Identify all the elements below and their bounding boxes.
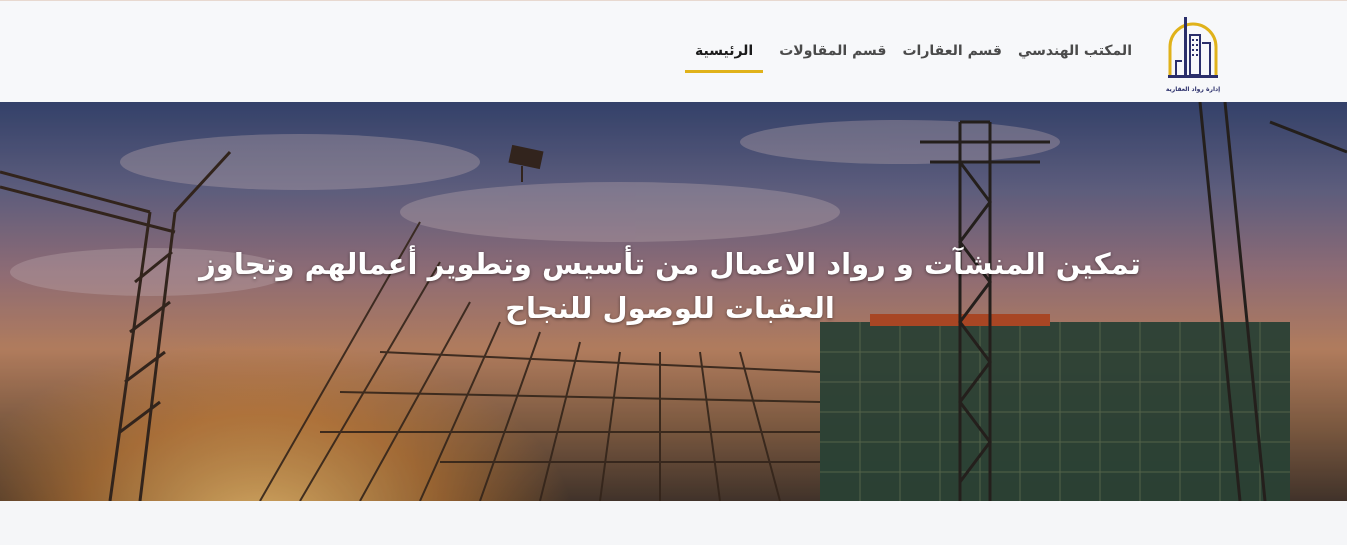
nav-contracting[interactable]: قسم المقاولات — [779, 35, 886, 65]
site-header: إدارة رواد العقارية الرئيسية قسم المقاول… — [0, 0, 1347, 102]
hero-banner: تمكين المنشآت و رواد الاعمال من تأسيس وت… — [0, 102, 1347, 501]
building-logo-icon — [1168, 17, 1218, 78]
logo-caption: إدارة رواد العقارية — [1165, 86, 1221, 93]
nav-engineering-office[interactable]: المكتب الهندسي — [1018, 35, 1132, 65]
hero-headline: تمكين المنشآت و رواد الاعمال من تأسيس وت… — [140, 242, 1200, 330]
hero-headline-line-2: العقبات للوصول للنجاح — [505, 291, 835, 325]
nav-real-estate[interactable]: قسم العقارات — [902, 35, 1001, 65]
main-nav: الرئيسية قسم المقاولات قسم العقارات المك… — [685, 35, 1132, 73]
nav-home[interactable]: الرئيسية — [685, 35, 764, 73]
page-content-area — [0, 501, 1347, 545]
company-logo[interactable]: إدارة رواد العقارية — [1162, 13, 1224, 93]
hero-headline-line-1: تمكين المنشآت و رواد الاعمال من تأسيس وت… — [199, 247, 1141, 281]
